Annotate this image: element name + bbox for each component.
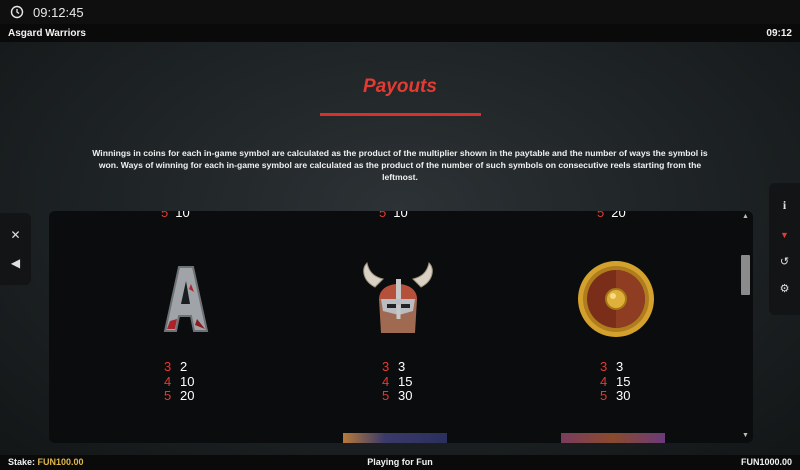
partial-value: 10 xyxy=(175,211,190,220)
payout-value: 2 xyxy=(180,359,188,374)
payout-value: 15 xyxy=(616,373,631,389)
next-symbol-thumbnail xyxy=(343,433,447,443)
payout-value: 30 xyxy=(398,388,413,403)
clock-icon xyxy=(10,5,24,19)
partial-payout-row: 5 10 xyxy=(379,211,408,220)
payout-value: 10 xyxy=(180,373,195,389)
payout-count: 3 xyxy=(382,359,390,374)
payout-row: 32 xyxy=(164,359,194,375)
paytable-panel[interactable]: 5 10 32 4 10 5 20 5 10 33 4 15 5 30 5 20… xyxy=(49,211,753,443)
payout-count: 5 xyxy=(164,388,172,403)
payout-count: 3 xyxy=(600,359,608,374)
payout-list: 32 4 10 5 20 xyxy=(164,359,195,404)
payout-value: 3 xyxy=(398,359,406,374)
payout-list: 33 4 15 5 30 xyxy=(382,359,413,404)
letter-a-symbol xyxy=(163,266,209,332)
page-title: Payouts xyxy=(363,76,437,97)
scroll-up-icon[interactable]: ▲ xyxy=(741,212,750,221)
paytable-column: 5 10 32 4 10 5 20 xyxy=(49,211,209,443)
balance-value: FUN1000.00 xyxy=(740,457,792,467)
payout-count: 4 xyxy=(164,373,172,389)
payout-count: 5 xyxy=(600,388,608,403)
game-clock: 09:12 xyxy=(766,27,792,39)
paytable-icon[interactable]: ▼ xyxy=(769,223,800,247)
system-time: 09:12:45 xyxy=(33,4,84,20)
paytable-column: 5 10 33 4 15 5 30 xyxy=(267,211,433,443)
footer-bar: Stake: FUN100.00 Playing for Fun FUN1000… xyxy=(0,455,800,470)
sound-icon[interactable]: ◀ xyxy=(0,252,31,274)
payout-row: 4 15 xyxy=(382,373,413,390)
right-control-panel: i ▼ ↺ ⚙ xyxy=(769,183,800,315)
round-shield-symbol xyxy=(578,261,654,337)
viking-helmet-symbol xyxy=(363,261,433,333)
payout-row: 5 20 xyxy=(164,388,195,404)
payout-value: 15 xyxy=(398,373,413,389)
partial-payout-row: 5 20 xyxy=(597,211,626,220)
partial-value: 20 xyxy=(611,211,626,220)
payout-row: 4 10 xyxy=(164,373,195,390)
game-title-bar: Asgard Warriors 09:12 xyxy=(0,24,800,42)
payout-row: 33 xyxy=(382,359,412,375)
payout-count: 5 xyxy=(382,388,390,403)
payout-row: 5 30 xyxy=(600,388,631,404)
left-control-panel: ✕ ◀ xyxy=(0,213,31,285)
settings-icon[interactable]: ⚙ xyxy=(769,277,800,301)
payout-count: 3 xyxy=(164,359,172,374)
scrollbar-thumb[interactable] xyxy=(741,255,750,295)
payout-value: 30 xyxy=(616,388,631,403)
payout-row: 33 xyxy=(600,359,630,375)
partial-payout-row: 5 10 xyxy=(161,211,190,220)
paytable-column: 5 20 33 4 15 5 30 xyxy=(485,211,654,443)
play-mode-label: Playing for Fun xyxy=(367,457,433,467)
payouts-description: Winnings in coins for each in-game symbo… xyxy=(92,148,708,182)
payout-count: 4 xyxy=(600,373,608,389)
partial-count: 5 xyxy=(597,211,605,220)
partial-count: 5 xyxy=(161,211,169,220)
info-icon[interactable]: i xyxy=(769,193,800,217)
payout-list: 33 4 15 5 30 xyxy=(600,359,631,404)
game-title: Asgard Warriors xyxy=(8,27,86,39)
next-symbol-thumbnail xyxy=(561,433,665,443)
partial-count: 5 xyxy=(379,211,387,220)
scrollbar[interactable] xyxy=(739,212,751,441)
history-icon[interactable]: ↺ xyxy=(769,250,800,274)
scroll-down-icon[interactable]: ▼ xyxy=(741,431,750,440)
system-status-bar: 09:12:45 xyxy=(0,0,800,24)
payout-count: 4 xyxy=(382,373,390,389)
payout-value: 20 xyxy=(180,388,195,403)
payout-value: 3 xyxy=(616,359,624,374)
payout-row: 4 15 xyxy=(600,373,631,390)
partial-value: 10 xyxy=(393,211,408,220)
title-underline xyxy=(320,113,481,116)
close-icon[interactable]: ✕ xyxy=(0,224,31,246)
payout-row: 5 30 xyxy=(382,388,413,404)
